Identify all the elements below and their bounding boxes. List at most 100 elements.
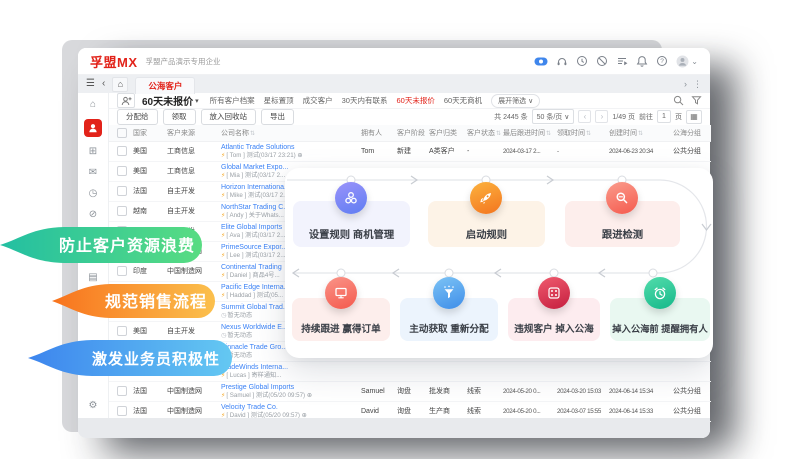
tab-public-sea-customers[interactable]: 公海客户	[135, 77, 195, 94]
export-button[interactable]: 导出	[261, 109, 294, 125]
claim-button[interactable]: 领取	[163, 109, 196, 125]
filter-chips: 所有客户档案 星标置顶 成交客户 30天内有联系 60天未报价 60天无商机 展…	[210, 94, 541, 108]
column-header-7[interactable]: 最后跟进时间⇅	[501, 125, 555, 142]
row-checkbox[interactable]	[117, 186, 127, 196]
funnel-sparkle-icon	[433, 277, 465, 309]
country-cell: 法国	[131, 381, 165, 401]
rocket-icon	[470, 182, 502, 214]
chip-noquote-60d[interactable]: 60天未报价	[396, 95, 434, 106]
history-clock-icon[interactable]	[576, 55, 588, 67]
source-cell: 自主开发	[165, 321, 219, 341]
column-header-6[interactable]: 客户状态⇅	[465, 125, 501, 142]
company-link[interactable]: Velocity Trade Co.	[221, 403, 357, 412]
view-dropdown[interactable]: 60天未报价▾	[142, 93, 199, 108]
filter-funnel-icon[interactable]	[691, 95, 702, 106]
svg-text:防止客户资源浪费: 防止客户资源浪费	[59, 236, 195, 255]
sort-icon[interactable]: ⇅	[638, 131, 643, 137]
row-checkbox-cell[interactable]	[109, 201, 131, 221]
activity-flash-icon: ⚡	[221, 392, 225, 399]
row-checkbox[interactable]	[117, 206, 127, 216]
row-checkbox-cell[interactable]	[109, 141, 131, 161]
bell-icon[interactable]	[636, 55, 648, 67]
prev-page-button[interactable]: ‹	[578, 110, 591, 123]
headset-icon[interactable]	[556, 55, 568, 67]
row-checkbox[interactable]	[117, 326, 127, 336]
dice-icon	[538, 277, 570, 309]
brand-logo: 孚盟MX	[90, 52, 138, 71]
expand-filter-button[interactable]: 展开筛选∨	[491, 94, 540, 108]
chip-contact-30d[interactable]: 30天内有联系	[342, 95, 388, 106]
activity-flash-icon: ⚡	[221, 152, 225, 159]
tabs-scroll-right-icon[interactable]: ›	[684, 79, 687, 90]
column-header-9[interactable]: 创建时间⇅	[607, 125, 671, 142]
company-cell: Prestige Global Imports⚡[ Samuel ] 测试(05…	[219, 381, 359, 401]
column-header-1: 客户来源	[165, 125, 219, 142]
assign-button[interactable]: 分配给	[117, 109, 158, 125]
recycle-bin-button[interactable]: 放入回收站	[201, 109, 257, 125]
sidebar-clock-icon[interactable]: ◷	[84, 187, 102, 200]
sidebar-compass-icon[interactable]: ⊘	[84, 208, 102, 221]
chip-closed[interactable]: 成交客户	[303, 95, 333, 106]
sidebar-home-icon[interactable]: ⌂	[84, 98, 102, 111]
column-header-8[interactable]: 领取时间⇅	[555, 125, 607, 142]
back-icon[interactable]: ‹	[102, 79, 105, 89]
row-checkbox-cell[interactable]	[109, 181, 131, 201]
table-row[interactable]: 法国中国制造网Prestige Global Imports⚡[ Samuel …	[109, 381, 711, 401]
country-cell: 法国	[131, 181, 165, 201]
sort-icon[interactable]: ⇅	[496, 131, 501, 137]
company-link[interactable]: Atlantic Trade Solutions	[221, 143, 357, 152]
chip-noopp-60d[interactable]: 60天无商机	[444, 95, 482, 106]
activity-flash-icon: ⚡	[221, 252, 225, 259]
company-link[interactable]: Prestige Global Imports	[221, 383, 357, 392]
next-page-button[interactable]: ›	[595, 110, 608, 123]
goto-page-input[interactable]: 1	[657, 110, 671, 123]
sidebar-customers-icon[interactable]	[84, 119, 102, 137]
stage-cell: 询盘	[395, 381, 427, 401]
select-all-checkbox-cell[interactable]	[109, 125, 131, 142]
row-checkbox-cell[interactable]	[109, 161, 131, 181]
task-list-icon[interactable]	[616, 55, 628, 67]
monitor-badge-icon[interactable]	[534, 55, 548, 67]
row-checkbox[interactable]	[117, 166, 127, 176]
tab-bar: ☰ ‹ ⌂ 公海客户 › ⋮	[78, 75, 710, 93]
sort-icon[interactable]: ⇅	[586, 131, 591, 137]
collapse-menu-icon[interactable]: ☰	[86, 79, 95, 89]
sort-icon[interactable]: ⇅	[546, 131, 551, 137]
column-header-2[interactable]: 公司名称⇅	[219, 125, 359, 142]
magnifier-icon	[606, 182, 638, 214]
activity-flash-icon: ⚡	[221, 192, 225, 199]
row-checkbox-cell[interactable]	[109, 321, 131, 341]
row-checkbox-cell[interactable]	[109, 381, 131, 401]
row-checkbox-cell[interactable]	[109, 261, 131, 281]
home-tab-icon[interactable]: ⌂	[112, 77, 128, 92]
row-checkbox[interactable]	[117, 406, 127, 416]
row-checkbox[interactable]	[117, 386, 127, 396]
create-time-cell: 2024-06-14 15:34	[607, 381, 671, 401]
block-icon[interactable]	[596, 55, 608, 67]
add-contact-icon[interactable]	[117, 93, 135, 108]
user-avatar[interactable]: ⌄	[676, 55, 698, 68]
page-size-select[interactable]: 50 条/页∨	[532, 109, 575, 124]
goto-label: 前往	[639, 112, 653, 122]
column-settings-icon[interactable]: ▦	[686, 110, 702, 124]
tabs-more-icon[interactable]: ⋮	[693, 79, 702, 90]
row-checkbox[interactable]	[117, 146, 127, 156]
select-all-checkbox[interactable]	[117, 128, 127, 138]
sidebar-gear-icon[interactable]: ⚙	[84, 399, 102, 412]
no-activity-icon: ◷	[221, 332, 226, 339]
chip-starred[interactable]: 星标置顶	[264, 95, 294, 106]
status-cell	[465, 361, 501, 381]
table-row[interactable]: 美国工商信息Atlantic Trade Solutions⚡[ Tom ] 测…	[109, 141, 711, 161]
last-follow-time-cell: 2024-03-17 2...	[501, 141, 555, 161]
ribbon-standardize-process: 规范销售流程	[52, 283, 218, 319]
help-icon[interactable]: ?	[656, 55, 668, 67]
chip-all-customers[interactable]: 所有客户档案	[210, 95, 255, 106]
sidebar-org-icon[interactable]: ⊞	[84, 145, 102, 158]
search-icon[interactable]	[673, 95, 684, 106]
row-checkbox[interactable]	[117, 266, 127, 276]
sidebar-mail-icon[interactable]: ✉	[84, 166, 102, 179]
company-link[interactable]: TradeWinds Interna...	[221, 363, 357, 372]
svg-text:规范销售流程: 规范销售流程	[105, 292, 207, 311]
opportunity-balls-icon	[335, 182, 367, 214]
sort-icon[interactable]: ⇅	[250, 131, 255, 137]
